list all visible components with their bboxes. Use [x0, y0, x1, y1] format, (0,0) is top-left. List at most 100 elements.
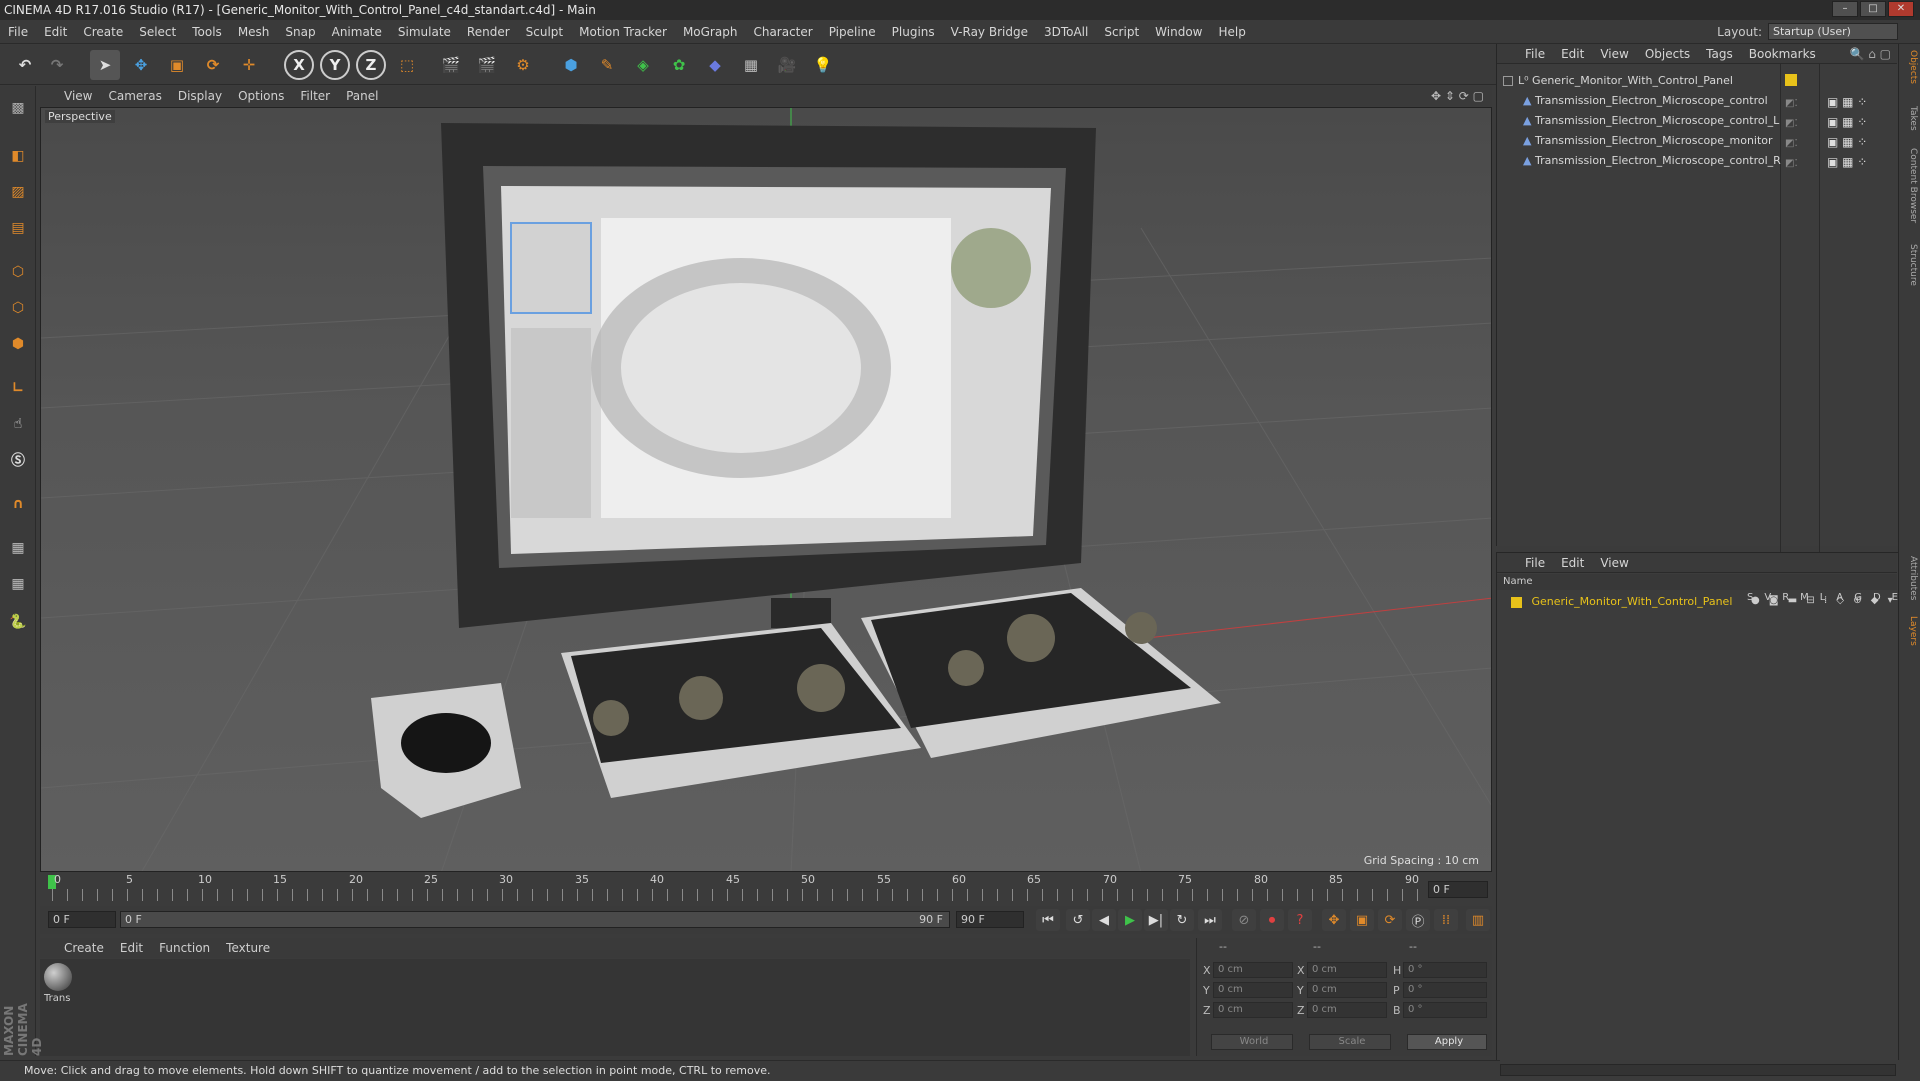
menu-select[interactable]: Select: [131, 25, 184, 39]
viewport-menu-cameras[interactable]: Cameras: [100, 89, 169, 103]
undo-icon[interactable]: ↶: [10, 50, 40, 80]
obj-menu-view[interactable]: View: [1592, 47, 1636, 61]
object-row-child[interactable]: ▲ Transmission_Electron_Microscope_contr…: [1523, 92, 1768, 110]
deformer-icon[interactable]: ◆: [700, 50, 730, 80]
snap-icon[interactable]: Ⓢ: [4, 446, 32, 474]
obj-menu-edit[interactable]: Edit: [1553, 47, 1592, 61]
autokey-icon[interactable]: ⏺: [1260, 909, 1284, 931]
axis-z-lock-button[interactable]: Z: [356, 50, 386, 80]
workplane-icon[interactable]: ▤: [4, 214, 32, 242]
texture-mode-icon[interactable]: ▨: [4, 178, 32, 206]
coord-mode-dropdown[interactable]: Scale: [1309, 1034, 1391, 1050]
viewport-menu-options[interactable]: Options: [230, 89, 292, 103]
key-rotation-icon[interactable]: ⟳: [1378, 909, 1402, 931]
layer-flag-toggles[interactable]: ● ◙ ▬ ⊟ ⁞ ◇ ⊕ ◆ ▾: [1751, 595, 1896, 606]
move-tool-icon[interactable]: ✥: [126, 50, 156, 80]
menu-edit[interactable]: Edit: [36, 25, 75, 39]
rotate-tool-icon[interactable]: ⟳: [198, 50, 228, 80]
object-row-child[interactable]: ▲ Transmission_Electron_Microscope_contr…: [1523, 152, 1781, 170]
maximize-button[interactable]: □: [1860, 1, 1886, 17]
record-keys-icon[interactable]: ⊘: [1232, 909, 1256, 931]
menu-script[interactable]: Script: [1096, 25, 1147, 39]
tab-attributes[interactable]: Attributes: [1902, 556, 1918, 600]
tweak-mode-icon[interactable]: ☝: [4, 410, 32, 438]
planar-workplane-icon[interactable]: ▦: [4, 570, 32, 598]
menu-vray-bridge[interactable]: V-Ray Bridge: [943, 25, 1036, 39]
viewport-camera-label[interactable]: Perspective: [45, 110, 115, 123]
close-button[interactable]: ✕: [1888, 1, 1914, 17]
menu-window[interactable]: Window: [1147, 25, 1210, 39]
start-frame-field[interactable]: 0 F: [48, 911, 116, 928]
cloner-icon[interactable]: ✿: [664, 50, 694, 80]
key-scale-icon[interactable]: ▣: [1350, 909, 1374, 931]
horizontal-scrollbar[interactable]: [1500, 1064, 1896, 1076]
subdivision-icon[interactable]: ◈: [628, 50, 658, 80]
viewport-menu-panel[interactable]: Panel: [338, 89, 386, 103]
obj-menu-tags[interactable]: Tags: [1698, 47, 1741, 61]
menu-snap[interactable]: Snap: [277, 25, 323, 39]
coordinate-system-icon[interactable]: ⬚: [392, 50, 422, 80]
layer-color-swatch[interactable]: [1511, 596, 1522, 608]
end-frame-field[interactable]: 90 F: [956, 911, 1024, 928]
size-z-field[interactable]: 0 cm: [1307, 1002, 1387, 1018]
object-name[interactable]: Generic_Monitor_With_Control_Panel: [1532, 74, 1733, 87]
tab-structure[interactable]: Structure: [1902, 244, 1918, 286]
lock-workplane-icon[interactable]: ▦: [4, 534, 32, 562]
redo-icon[interactable]: ↷: [42, 50, 72, 80]
previous-frame-icon[interactable]: ◀: [1092, 909, 1116, 931]
menu-character[interactable]: Character: [745, 25, 820, 39]
material-menu-function[interactable]: Function: [151, 941, 218, 955]
material-thumbnail[interactable]: [44, 963, 72, 991]
light-icon[interactable]: 💡: [808, 50, 838, 80]
layer-color-tag[interactable]: [1785, 74, 1797, 86]
coord-space-dropdown[interactable]: World: [1211, 1034, 1293, 1050]
menu-3dtoall[interactable]: 3DToAll: [1036, 25, 1096, 39]
layer-name[interactable]: Generic_Monitor_With_Control_Panel: [1532, 595, 1733, 608]
menu-sculpt[interactable]: Sculpt: [518, 25, 571, 39]
obj-menu-bookmarks[interactable]: Bookmarks: [1741, 47, 1824, 61]
previous-key-icon[interactable]: ↺: [1066, 909, 1090, 931]
menu-create[interactable]: Create: [75, 25, 131, 39]
scale-tool-icon[interactable]: ▣: [162, 50, 192, 80]
visibility-toggles[interactable]: ◩⁚ ◩⁚ ◩⁚ ◩⁚: [1785, 94, 1798, 174]
tab-layers[interactable]: Layers: [1902, 616, 1918, 646]
object-name[interactable]: Transmission_Electron_Microscope_control…: [1535, 114, 1779, 127]
menu-render[interactable]: Render: [459, 25, 518, 39]
object-row-root[interactable]: L⁰ Generic_Monitor_With_Control_Panel: [1503, 72, 1733, 90]
next-frame-icon[interactable]: ▶|: [1144, 909, 1168, 931]
select-arrow-icon[interactable]: ➤: [90, 50, 120, 80]
minimize-button[interactable]: –: [1832, 1, 1858, 17]
next-key-icon[interactable]: ↻: [1170, 909, 1194, 931]
rotation-b-field[interactable]: 0 °: [1403, 1002, 1487, 1018]
position-x-field[interactable]: 0 cm: [1213, 962, 1293, 978]
current-frame-field[interactable]: 0 F: [1428, 881, 1488, 898]
menu-motion-tracker[interactable]: Motion Tracker: [571, 25, 675, 39]
object-row-child[interactable]: ▲ Transmission_Electron_Microscope_monit…: [1523, 132, 1773, 150]
menu-mesh[interactable]: Mesh: [230, 25, 278, 39]
go-to-end-icon[interactable]: ⏭: [1198, 909, 1222, 931]
menu-simulate[interactable]: Simulate: [390, 25, 459, 39]
viewport-menu-view[interactable]: View: [40, 89, 100, 103]
axis-y-lock-button[interactable]: Y: [320, 50, 350, 80]
rotation-h-field[interactable]: 0 °: [1403, 962, 1487, 978]
model-mode-icon[interactable]: ◧: [4, 142, 32, 170]
floor-icon[interactable]: ▦: [736, 50, 766, 80]
material-tags[interactable]: ▣ ▦ ⁘ ▣ ▦ ⁘ ▣ ▦ ⁘ ▣ ▦ ⁘: [1827, 92, 1867, 172]
points-mode-icon[interactable]: ⬡: [4, 258, 32, 286]
layer-menu-view[interactable]: View: [1592, 556, 1636, 570]
key-pla-icon[interactable]: ⁞⁞: [1434, 909, 1458, 931]
obj-menu-file[interactable]: File: [1517, 47, 1553, 61]
object-name[interactable]: Transmission_Electron_Microscope_monitor: [1535, 134, 1773, 147]
tab-objects[interactable]: Objects: [1902, 50, 1918, 84]
recent-tool-icon[interactable]: ✛: [234, 50, 264, 80]
menu-help[interactable]: Help: [1210, 25, 1253, 39]
edges-mode-icon[interactable]: ⬡: [4, 294, 32, 322]
render-picture-viewer-icon[interactable]: 🎬: [472, 50, 502, 80]
viewport-nav-icons[interactable]: ✥ ⇕ ⟳ ▢: [1431, 89, 1484, 103]
collapse-icon[interactable]: [1503, 76, 1513, 86]
menu-tools[interactable]: Tools: [184, 25, 230, 39]
material-menu-create[interactable]: Create: [40, 941, 112, 955]
python-icon[interactable]: 🐍: [4, 608, 32, 636]
object-row-child[interactable]: ▲ Transmission_Electron_Microscope_contr…: [1523, 112, 1779, 130]
camera-icon[interactable]: 🎥: [772, 50, 802, 80]
